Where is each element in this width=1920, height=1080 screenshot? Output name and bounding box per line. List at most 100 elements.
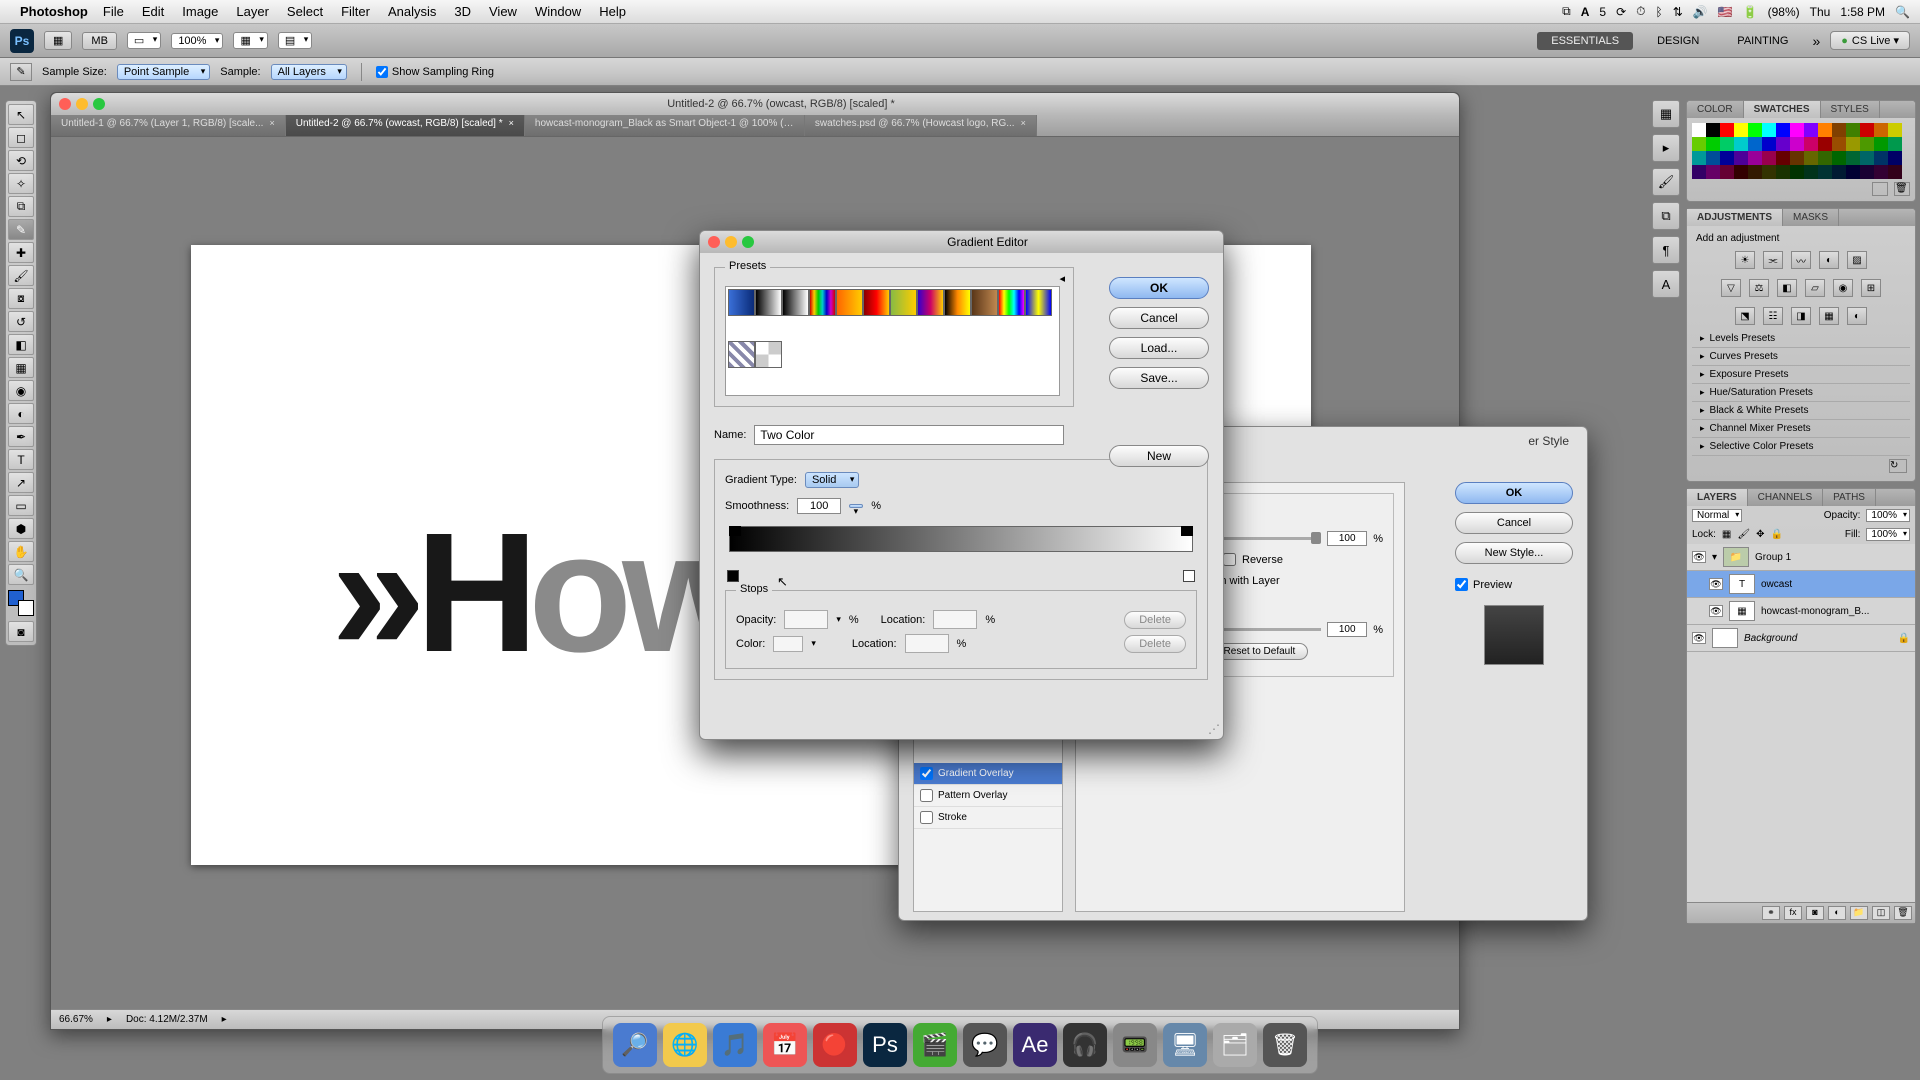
layer-row-group[interactable]: 👁 ▾ 📁 Group 1: [1687, 544, 1915, 571]
zoom-tool[interactable]: 🔍: [8, 564, 34, 585]
selective-color-adj-icon[interactable]: ◐: [1847, 307, 1867, 325]
gradient-preset[interactable]: [971, 289, 998, 316]
dock-app-4[interactable]: 🔴: [813, 1023, 857, 1067]
menu-select[interactable]: Select: [287, 4, 323, 19]
paragraph-panel-icon[interactable]: ¶: [1652, 236, 1680, 264]
swatch[interactable]: [1804, 123, 1818, 137]
swatch[interactable]: [1692, 165, 1706, 179]
eyedropper-tool-icon[interactable]: ✎: [10, 63, 32, 81]
swatch[interactable]: [1720, 165, 1734, 179]
hue-adj-icon[interactable]: ▽: [1721, 279, 1741, 297]
opacity-value[interactable]: [1327, 531, 1367, 546]
scale-value[interactable]: [1327, 622, 1367, 637]
path-tool[interactable]: ↗: [8, 472, 34, 493]
channel-mixer-adj-icon[interactable]: ◉: [1833, 279, 1853, 297]
swatch[interactable]: [1706, 123, 1720, 137]
doc-tab-1[interactable]: Untitled-2 @ 66.7% (owcast, RGB/8) [scal…: [286, 115, 525, 136]
swatch[interactable]: [1790, 123, 1804, 137]
layer-row-text[interactable]: 👁 T owcast: [1687, 571, 1915, 598]
swatch[interactable]: [1818, 137, 1832, 151]
colorbal-adj-icon[interactable]: ⚖: [1749, 279, 1769, 297]
history-brush-tool[interactable]: ↺: [8, 311, 34, 332]
close-dialog-icon[interactable]: [708, 236, 720, 248]
status-arrow-icon[interactable]: ▸: [222, 1014, 227, 1025]
swatch[interactable]: [1846, 123, 1860, 137]
swatch[interactable]: [1762, 151, 1776, 165]
adj-panel-menu-icon[interactable]: ↻: [1889, 459, 1907, 473]
menubar-day[interactable]: Thu: [1810, 5, 1831, 19]
color-dropdown-icon[interactable]: ▾: [811, 638, 816, 649]
effect-stroke[interactable]: Stroke: [914, 807, 1062, 829]
invert-adj-icon[interactable]: ⬔: [1735, 307, 1755, 325]
swatch[interactable]: [1748, 137, 1762, 151]
lasso-tool[interactable]: ⟲: [8, 150, 34, 171]
swatch[interactable]: [1776, 137, 1790, 151]
lock-pixels-icon[interactable]: 🖌: [1737, 529, 1750, 540]
swatch[interactable]: [1888, 137, 1902, 151]
gradient-preset[interactable]: [836, 289, 863, 316]
eyedropper-tool[interactable]: ✎: [8, 219, 34, 240]
app-name[interactable]: Photoshop: [20, 4, 88, 19]
gradient-bar[interactable]: ↖: [725, 526, 1197, 580]
menubar-battery-icon[interactable]: 🔋: [1743, 5, 1758, 19]
layers-empty-area[interactable]: [1687, 652, 1915, 902]
workspace-painting[interactable]: PAINTING: [1723, 32, 1802, 50]
dock-app-10[interactable]: 📟: [1113, 1023, 1157, 1067]
menu-view[interactable]: View: [489, 4, 517, 19]
lock-all-icon[interactable]: 🔒: [1770, 529, 1782, 540]
type-tool[interactable]: T: [8, 449, 34, 470]
layer-name[interactable]: Background: [1744, 633, 1797, 644]
gradient-preset[interactable]: [890, 289, 917, 316]
minimize-window-icon[interactable]: [76, 98, 88, 110]
menubar-volume-icon[interactable]: 🔊: [1693, 5, 1708, 19]
swatch[interactable]: [1832, 123, 1846, 137]
layer-name[interactable]: howcast-monogram_B...: [1761, 606, 1869, 617]
menu-file[interactable]: File: [103, 4, 124, 19]
menu-image[interactable]: Image: [182, 4, 218, 19]
photo-filter-adj-icon[interactable]: ▱: [1805, 279, 1825, 297]
gradient-preset[interactable]: [728, 341, 755, 368]
swatch[interactable]: [1720, 123, 1734, 137]
reverse-checkbox[interactable]: [1223, 553, 1236, 566]
menu-edit[interactable]: Edit: [142, 4, 164, 19]
swatch[interactable]: [1790, 165, 1804, 179]
menubar-sync-icon[interactable]: ⟳: [1616, 5, 1626, 19]
dock-app-11[interactable]: 🖥: [1163, 1023, 1207, 1067]
new-swatch-icon[interactable]: [1872, 182, 1888, 196]
gradient-tool[interactable]: ▦: [8, 357, 34, 378]
swatch[interactable]: [1888, 151, 1902, 165]
gradient-preset[interactable]: [755, 289, 782, 316]
opacity-stop-right[interactable]: [1181, 526, 1193, 536]
swatches-tab[interactable]: SWATCHES: [1744, 101, 1821, 118]
layer-row-smart[interactable]: 👁 ▦ howcast-monogram_B...: [1687, 598, 1915, 625]
opacity-stop-left[interactable]: [729, 526, 741, 536]
gradient-type-select[interactable]: Solid: [805, 472, 859, 488]
bw-adj-icon[interactable]: ◧: [1777, 279, 1797, 297]
layer-name[interactable]: Group 1: [1755, 552, 1791, 563]
gradient-preset[interactable]: [944, 289, 971, 316]
dock-app-1[interactable]: 🌐: [663, 1023, 707, 1067]
gradedit-new-button[interactable]: New: [1109, 445, 1209, 467]
swatch[interactable]: [1706, 151, 1720, 165]
menu-layer[interactable]: Layer: [236, 4, 269, 19]
preset-row[interactable]: Selective Color Presets: [1692, 438, 1910, 456]
styles-tab[interactable]: STYLES: [1821, 101, 1880, 118]
swatch[interactable]: [1804, 137, 1818, 151]
clone-panel-icon[interactable]: ⧉: [1652, 202, 1680, 230]
layers-tab[interactable]: LAYERS: [1687, 489, 1748, 506]
preset-row[interactable]: Channel Mixer Presets: [1692, 420, 1910, 438]
layer-fill-input[interactable]: 100%: [1866, 528, 1910, 541]
lock-position-icon[interactable]: ✥: [1756, 529, 1764, 540]
shape-tool[interactable]: ▭: [8, 495, 34, 516]
group-toggle-icon[interactable]: ▾: [1712, 552, 1717, 563]
menubar-dropbox-icon[interactable]: ⧉: [1562, 4, 1571, 19]
channels-tab[interactable]: CHANNELS: [1748, 489, 1823, 506]
swatch[interactable]: [1762, 123, 1776, 137]
swatch[interactable]: [1776, 123, 1790, 137]
color-stop-left[interactable]: [727, 570, 739, 582]
swatch[interactable]: [1748, 165, 1762, 179]
gradient-preset[interactable]: [1025, 289, 1052, 316]
presets-menu-icon[interactable]: ◂: [1059, 272, 1065, 285]
swatch[interactable]: [1874, 123, 1888, 137]
gradient-map-adj-icon[interactable]: ▦: [1819, 307, 1839, 325]
